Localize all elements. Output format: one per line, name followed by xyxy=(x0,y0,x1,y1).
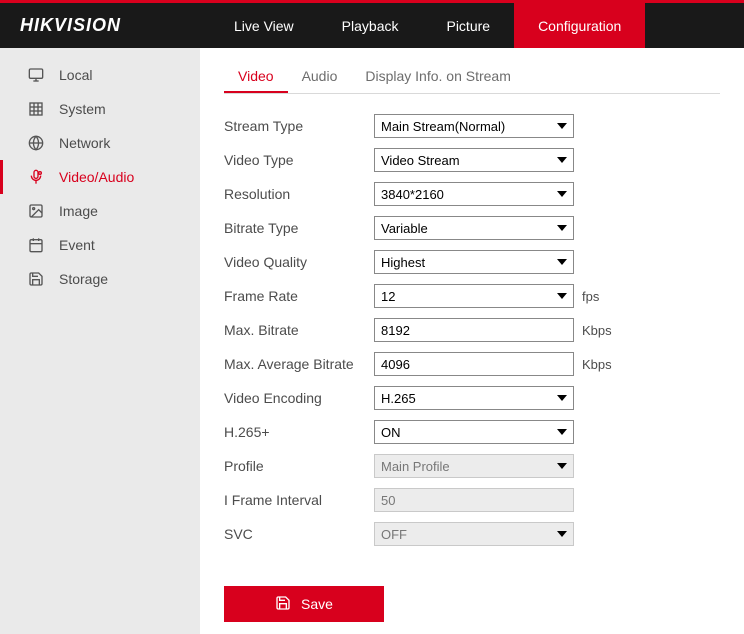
save-icon xyxy=(275,595,291,614)
logo-text: HIKVISION xyxy=(20,15,121,36)
field-label: Max. Average Bitrate xyxy=(224,356,374,372)
logo: HIKVISION xyxy=(0,15,210,36)
sidebar-item-label: Video/Audio xyxy=(59,169,134,185)
field-row-max-bitrate: Max. Bitrate 8192 Kbps xyxy=(224,318,720,342)
sidebar-item-label: Event xyxy=(59,237,95,253)
sidebar-item-storage[interactable]: Storage xyxy=(0,262,200,296)
video-settings-form: Stream Type Main Stream(Normal) Video Type… xyxy=(224,94,720,546)
sidebar: Local System Network Video/Audio Image Event S… xyxy=(0,48,200,634)
field-row-max-average-bitrate: Max. Average Bitrate 4096 Kbps xyxy=(224,352,720,376)
select-video-quality[interactable]: Highest xyxy=(374,250,574,274)
field-label: Resolution xyxy=(224,186,374,202)
field-label: Video Quality xyxy=(224,254,374,270)
monitor-icon xyxy=(25,66,47,84)
field-label: Video Type xyxy=(224,152,374,168)
field-value: Main Profile xyxy=(381,459,450,474)
field-value: Video Stream xyxy=(381,153,460,168)
field-value: ON xyxy=(381,425,401,440)
layout: Local System Network Video/Audio Image Event S… xyxy=(0,48,744,634)
main-nav: Live ViewPlaybackPictureConfiguration xyxy=(210,3,744,48)
save-button-label: Save xyxy=(301,596,333,612)
field-value: Highest xyxy=(381,255,425,270)
select-video-encoding[interactable]: H.265 xyxy=(374,386,574,410)
field-label: Frame Rate xyxy=(224,288,374,304)
select-resolution[interactable]: 3840*2160 xyxy=(374,182,574,206)
tab-audio[interactable]: Audio xyxy=(288,60,352,93)
input-max-bitrate[interactable]: 8192 xyxy=(374,318,574,342)
field-row-stream-type: Stream Type Main Stream(Normal) xyxy=(224,114,720,138)
select-profile: Main Profile xyxy=(374,454,574,478)
select-h-265-[interactable]: ON xyxy=(374,420,574,444)
select-bitrate-type[interactable]: Variable xyxy=(374,216,574,240)
field-value: H.265 xyxy=(381,391,416,406)
field-label: Profile xyxy=(224,458,374,474)
field-row-video-encoding: Video Encoding H.265 xyxy=(224,386,720,410)
tabs: VideoAudioDisplay Info. on Stream xyxy=(224,60,720,94)
field-row-i-frame-interval: I Frame Interval 50 xyxy=(224,488,720,512)
field-label: I Frame Interval xyxy=(224,492,374,508)
grid-icon xyxy=(25,100,47,118)
tab-video[interactable]: Video xyxy=(224,60,288,93)
field-label: Max. Bitrate xyxy=(224,322,374,338)
field-value: 4096 xyxy=(381,357,410,372)
sidebar-item-event[interactable]: Event xyxy=(0,228,200,262)
field-row-video-quality: Video Quality Highest xyxy=(224,250,720,274)
sidebar-item-local[interactable]: Local xyxy=(0,58,200,92)
field-label: Stream Type xyxy=(224,118,374,134)
nav-item-live-view[interactable]: Live View xyxy=(210,3,318,48)
select-video-type[interactable]: Video Stream xyxy=(374,148,574,172)
sidebar-item-label: Local xyxy=(59,67,92,83)
globe-icon xyxy=(25,134,47,152)
image-icon xyxy=(25,202,47,220)
select-frame-rate[interactable]: 12 xyxy=(374,284,574,308)
sidebar-item-label: System xyxy=(59,101,106,117)
sidebar-item-label: Storage xyxy=(59,271,108,287)
select-stream-type[interactable]: Main Stream(Normal) xyxy=(374,114,574,138)
save-icon xyxy=(25,270,47,288)
nav-item-picture[interactable]: Picture xyxy=(422,3,514,48)
field-label: Bitrate Type xyxy=(224,220,374,236)
input-max-average-bitrate[interactable]: 4096 xyxy=(374,352,574,376)
field-unit: fps xyxy=(582,289,599,304)
field-label: Video Encoding xyxy=(224,390,374,406)
field-unit: Kbps xyxy=(582,357,612,372)
sidebar-item-label: Network xyxy=(59,135,110,151)
field-value: OFF xyxy=(381,527,407,542)
sidebar-item-label: Image xyxy=(59,203,98,219)
calendar-icon xyxy=(25,236,47,254)
top-bar: HIKVISION Live ViewPlaybackPictureConfig… xyxy=(0,0,744,48)
field-row-profile: Profile Main Profile xyxy=(224,454,720,478)
sidebar-item-system[interactable]: System xyxy=(0,92,200,126)
field-row-frame-rate: Frame Rate 12 fps xyxy=(224,284,720,308)
field-value: Variable xyxy=(381,221,428,236)
save-button[interactable]: Save xyxy=(224,586,384,622)
tab-display-info-on-stream[interactable]: Display Info. on Stream xyxy=(351,60,525,93)
field-unit: Kbps xyxy=(582,323,612,338)
select-svc: OFF xyxy=(374,522,574,546)
input-i-frame-interval: 50 xyxy=(374,488,574,512)
field-row-bitrate-type: Bitrate Type Variable xyxy=(224,216,720,240)
field-row-h-265-: H.265+ ON xyxy=(224,420,720,444)
sidebar-item-video-audio[interactable]: Video/Audio xyxy=(0,160,200,194)
nav-item-playback[interactable]: Playback xyxy=(318,3,423,48)
field-label: H.265+ xyxy=(224,424,374,440)
field-value: Main Stream(Normal) xyxy=(381,119,505,134)
field-value: 8192 xyxy=(381,323,410,338)
sidebar-item-network[interactable]: Network xyxy=(0,126,200,160)
nav-item-configuration[interactable]: Configuration xyxy=(514,3,645,48)
sidebar-item-image[interactable]: Image xyxy=(0,194,200,228)
field-value: 3840*2160 xyxy=(381,187,444,202)
field-row-video-type: Video Type Video Stream xyxy=(224,148,720,172)
mic-icon xyxy=(25,168,47,186)
field-label: SVC xyxy=(224,526,374,542)
field-row-svc: SVC OFF xyxy=(224,522,720,546)
field-value: 12 xyxy=(381,289,395,304)
field-row-resolution: Resolution 3840*2160 xyxy=(224,182,720,206)
content: VideoAudioDisplay Info. on Stream Stream… xyxy=(200,48,744,634)
field-value: 50 xyxy=(381,493,395,508)
